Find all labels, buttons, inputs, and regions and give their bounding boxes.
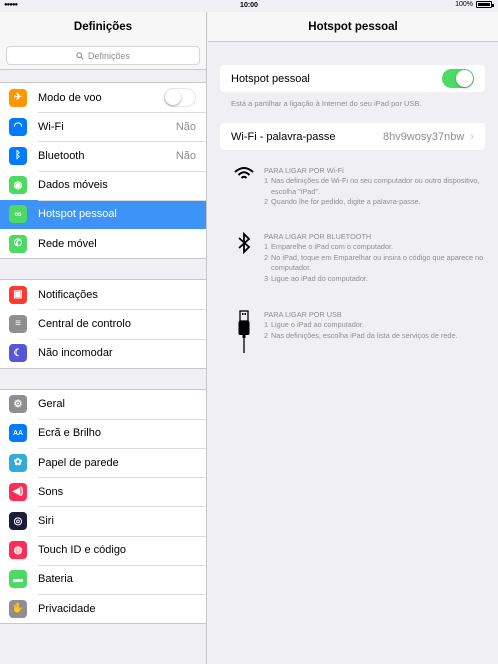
instruction-step: Nas definições de Wi-Fi no seu computado… [271,176,480,196]
sidebar-item-label: Touch ID e código [38,544,127,557]
sidebar-item-label: Papel de parede [38,456,119,469]
sidebar-item-label: Rede móvel [38,237,97,250]
sidebar-item-label: Não incomodar [38,347,113,360]
sidebar-item-rede-movel[interactable]: ✆ Rede móvel [0,229,206,258]
instructions-usb: PARA LIGAR POR USB 1 Ligue o iPad ao comp… [230,310,490,354]
instruction-step: Quando lhe for pedido, digite a palavra-… [271,197,421,207]
notifications-icon: ▣ [9,285,27,304]
battery-icon [476,1,494,8]
sidebar-item-nao-incomodar[interactable]: ☾ Não incomodar [0,338,206,368]
battery-icon: ▬ [9,570,27,589]
status-time: 10:00 [240,2,258,9]
speaker-icon: ◀) [9,482,27,501]
sidebar-item-touch-id-e-codigo[interactable]: ◍ Touch ID e código [0,535,206,565]
airplane-icon: ✈ [9,88,27,107]
hotspot-toggle[interactable] [442,69,474,88]
search-placeholder: Definições [87,50,131,61]
wifi-password-label: Wi-Fi - palavra-passe [231,130,336,143]
sidebar-item-label: Privacidade [38,602,96,615]
sidebar-item-notificacoes[interactable]: ▣ Notificações [0,280,206,309]
wifi-password-value: 8hv9wosy37nbw [382,130,465,143]
sidebar-item-value: Não [175,149,196,162]
sidebar-item-label: Bluetooth [38,149,85,162]
control-center-icon: ≡ [9,314,27,333]
sidebar-item-value: Não [175,120,196,133]
instruction-step: Ligue o iPad ao computador. [271,320,364,330]
sidebar-item-label: Bateria [38,573,73,586]
instructions-heading: PARA LIGAR POR Wi-Fi [264,166,344,175]
wifi-icon [230,166,258,208]
instructions-wifi: PARA LIGAR POR Wi-Fi 1 Nas definições de … [230,166,490,208]
bluetooth-icon: ᛒ [9,146,27,165]
airplane-mode-toggle[interactable] [164,88,196,108]
sidebar-item-dados-moveis[interactable]: ◉ Dados móveis [0,170,206,200]
instructions-heading: PARA LIGAR POR USB [264,310,342,319]
phone-icon: ✆ [9,234,27,253]
wallpaper-icon: ✿ [9,453,27,472]
instruction-step: Ligue ao iPad do computador. [271,273,368,283]
sidebar-item-central-de-controlo[interactable]: ≡ Central de controlo [0,309,206,338]
siri-icon: ◎ [9,512,27,531]
chevron-right-icon: › [470,130,474,143]
sidebar-item-hotspot-pessoal[interactable]: ∞ Hotspot pessoal [0,199,206,229]
usb-icon [230,310,258,354]
sidebar-item-siri[interactable]: ◎ Siri [0,506,206,535]
sidebar-item-sons[interactable]: ◀) Sons [0,477,206,506]
status-bar: ●●●●● 10:00 100% [0,0,498,12]
sidebar-item-label: Dados móveis [38,179,108,192]
sidebar-item-ecra-e-brilho[interactable]: AA Ecrã e Brilho [0,418,206,448]
detail-title: Hotspot pessoal [208,12,498,42]
wifi-icon: ◠ [9,117,27,136]
instructions-bluetooth: PARA LIGAR POR BLUETOOTH 1 Emparelhe o iP… [230,232,490,284]
sidebar-item-label: Central de controlo [38,317,131,330]
antenna-icon: ◉ [9,176,27,195]
display-icon: AA [9,424,27,443]
fingerprint-icon: ◍ [9,541,27,560]
hotspot-icon: ∞ [9,205,27,224]
sidebar-item-papel-de-parede[interactable]: ✿ Papel de parede [0,448,206,477]
sidebar-item-label: Modo de voo [38,91,102,104]
bluetooth-icon [230,232,258,284]
instruction-step: No iPad, toque em Emparelhar ou insira o… [271,252,484,273]
battery-percent: 100% [455,1,473,8]
sidebar-item-label: Sons [38,485,64,498]
search-input[interactable]: Definições [6,46,200,65]
sidebar-item-bateria[interactable]: ▬ Bateria [0,564,206,594]
wifi-password-row[interactable]: Wi-Fi - palavra-passe 8hv9wosy37nbw › [220,123,485,150]
settings-group: ✈ Modo de voo ◠ Wi-Fi Não ᛒ Bluetooth Não ◉ Dados… [0,82,206,260]
settings-group: ▣ Notificações ≡ Central de controlo ☾ Não in… [0,279,206,369]
settings-sidebar: Definições Definições ✈ Modo de voo ◠ Wi-Fi… [0,12,207,664]
settings-groups: ✈ Modo de voo ◠ Wi-Fi Não ᛒ Bluetooth Não ◉ Dados… [0,82,206,625]
sidebar-item-geral[interactable]: ⚙ Geral [0,390,206,419]
sidebar-item-label: Siri [38,515,54,528]
sidebar-item-wi-fi[interactable]: ◠ Wi-Fi Não [0,112,206,141]
sidebar-item-label: Wi-Fi [38,120,64,133]
sidebar-item-modo-de-voo[interactable]: ✈ Modo de voo [0,83,206,112]
instruction-step: Nas definições, escolha iPad da lista de… [271,330,458,340]
sidebar-item-bluetooth[interactable]: ᛒ Bluetooth Não [0,141,206,170]
sidebar-item-privacidade[interactable]: ✋ Privacidade [0,594,206,623]
sidebar-item-label: Ecrã e Brilho [38,427,101,440]
detail-pane: Hotspot pessoal Hotspot pessoal Está a p… [208,12,498,664]
hand-icon: ✋ [9,599,27,618]
sidebar-item-label: Geral [38,398,65,411]
search-icon [76,51,84,60]
sidebar-item-label: Hotspot pessoal [38,208,117,221]
usb-sharing-note: Está a partilhar a ligação à Internet do… [231,99,422,108]
sidebar-title: Definições [0,12,206,42]
hotspot-label: Hotspot pessoal [231,72,310,85]
sidebar-item-label: Notificações [38,288,98,301]
instructions-heading: PARA LIGAR POR BLUETOOTH [264,232,372,241]
moon-icon: ☾ [9,344,27,363]
gear-icon: ⚙ [9,395,27,414]
settings-group: ⚙ Geral AA Ecrã e Brilho ✿ Papel de parede ◀) S… [0,388,206,625]
hotspot-row: Hotspot pessoal [220,65,485,92]
instruction-step: Emparelhe o iPad com o computador. [271,242,394,252]
